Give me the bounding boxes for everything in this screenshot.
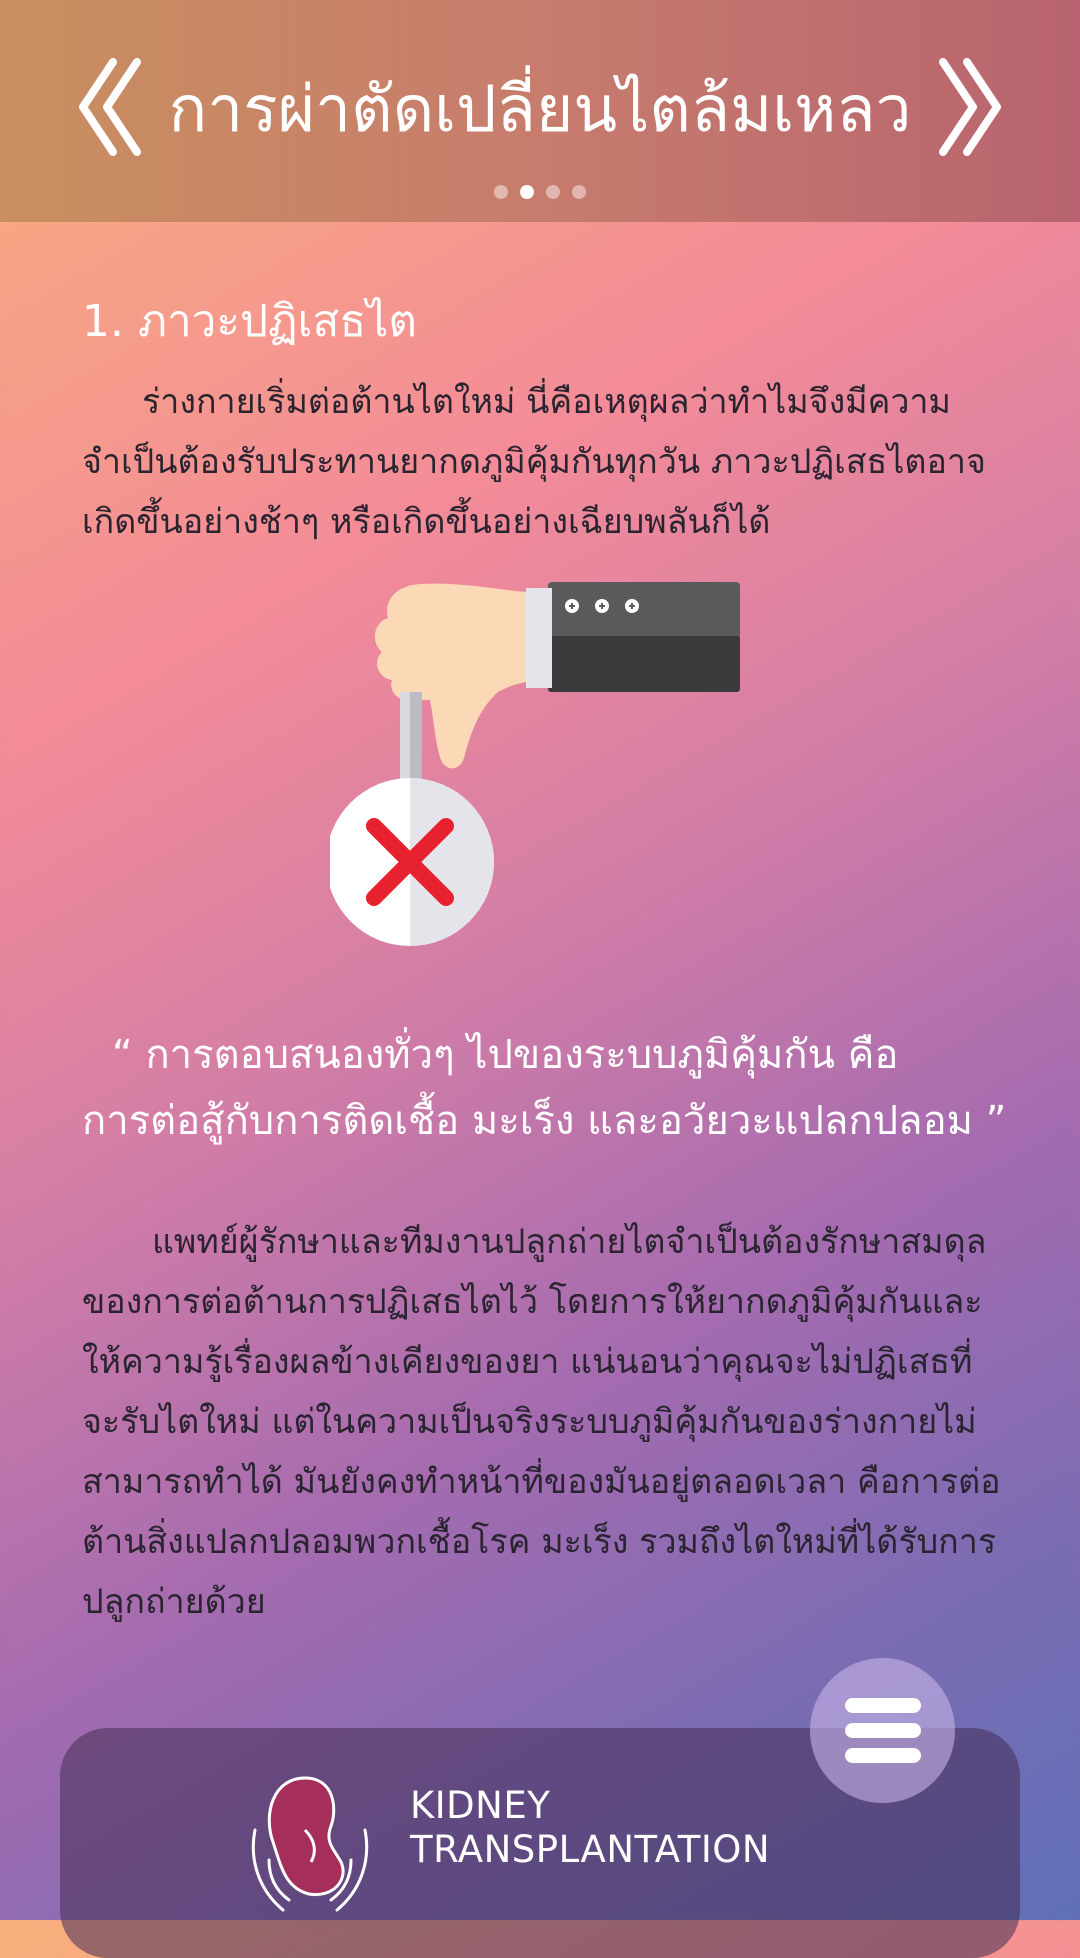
menu-bar	[845, 1748, 921, 1763]
page-title: การผ่าตัดเปลี่ยนไตล้มเหลว	[168, 73, 912, 147]
chevron-double-left-icon[interactable]	[75, 52, 145, 162]
quote-line: การต่อสู้กับการติดเชื้อ มะเร็ง และอวัยวะ…	[82, 1098, 1007, 1144]
brand-line-1: KIDNEY	[410, 1784, 551, 1827]
menu-bar	[845, 1698, 921, 1713]
pagination-dots	[0, 184, 1080, 203]
hamburger-menu-icon[interactable]	[810, 1658, 955, 1803]
pagination-dot-active[interactable]	[520, 185, 534, 199]
header-bar: การผ่าตัดเปลี่ยนไตล้มเหลว	[0, 0, 1080, 222]
body-paragraph: แพทย์ผู้รักษาและทีมงานปลูกถ่ายไตจำเป็นต้…	[82, 1222, 1001, 1622]
brand-line-2: TRANSPLANTATION	[410, 1828, 771, 1871]
pagination-dot[interactable]	[572, 185, 586, 199]
brand-name: KIDNEY TRANSPLANTATION	[410, 1784, 770, 1872]
thumbs-down-reject-icon	[326, 570, 750, 980]
quote-line: “ การตอบสนองทั่วๆ ไปของระบบภูมิคุ้มกัน ค…	[112, 1032, 899, 1078]
kidney-in-hands-icon	[245, 1770, 375, 1920]
menu-bar	[845, 1723, 921, 1738]
chevron-double-right-icon[interactable]	[935, 52, 1005, 162]
intro-paragraph: ร่างกายเริ่มต่อต้านไตใหม่ นี่คือเหตุผลว่…	[82, 382, 986, 542]
quote-block: “ การตอบสนองทั่วๆ ไปของระบบภูมิคุ้มกัน ค…	[82, 1022, 1007, 1154]
pagination-dot[interactable]	[494, 185, 508, 199]
section-title: 1. ภาวะปฏิเสธไต	[82, 296, 417, 347]
pagination-dot[interactable]	[546, 185, 560, 199]
